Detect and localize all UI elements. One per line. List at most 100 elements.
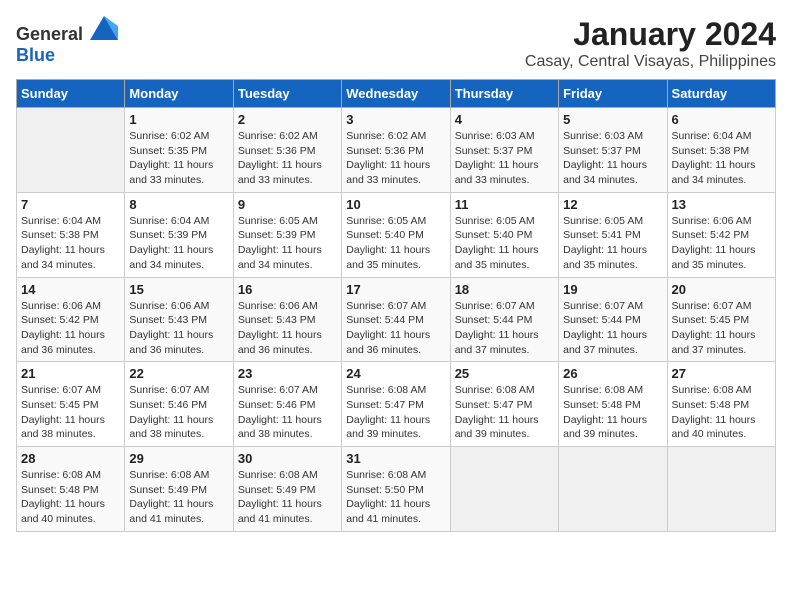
day-number: 9 bbox=[238, 197, 337, 212]
calendar-cell bbox=[559, 447, 667, 532]
calendar-cell: 6 Sunrise: 6:04 AM Sunset: 5:38 PM Daylig… bbox=[667, 108, 775, 193]
calendar-cell: 3 Sunrise: 6:02 AM Sunset: 5:36 PM Daylig… bbox=[342, 108, 450, 193]
day-detail: Sunrise: 6:07 AM Sunset: 5:44 PM Dayligh… bbox=[455, 299, 554, 358]
calendar-cell: 18 Sunrise: 6:07 AM Sunset: 5:44 PM Dayli… bbox=[450, 277, 558, 362]
calendar-cell bbox=[17, 108, 125, 193]
day-detail: Sunrise: 6:05 AM Sunset: 5:40 PM Dayligh… bbox=[455, 214, 554, 273]
header-saturday: Saturday bbox=[667, 80, 775, 108]
calendar-cell: 30 Sunrise: 6:08 AM Sunset: 5:49 PM Dayli… bbox=[233, 447, 341, 532]
logo-blue: Blue bbox=[16, 45, 55, 65]
calendar-cell: 7 Sunrise: 6:04 AM Sunset: 5:38 PM Daylig… bbox=[17, 192, 125, 277]
day-detail: Sunrise: 6:06 AM Sunset: 5:42 PM Dayligh… bbox=[21, 299, 120, 358]
page-title: January 2024 bbox=[525, 16, 776, 53]
day-detail: Sunrise: 6:08 AM Sunset: 5:49 PM Dayligh… bbox=[129, 468, 228, 527]
calendar-cell: 16Sunrise: 6:06 AM Sunset: 5:43 PM Dayli… bbox=[233, 277, 341, 362]
day-detail: Sunrise: 6:07 AM Sunset: 5:44 PM Dayligh… bbox=[346, 299, 445, 358]
day-number: 27 bbox=[672, 366, 771, 381]
calendar-cell: 23Sunrise: 6:07 AM Sunset: 5:46 PM Dayli… bbox=[233, 362, 341, 447]
calendar-cell bbox=[450, 447, 558, 532]
day-detail: Sunrise: 6:06 AM Sunset: 5:42 PM Dayligh… bbox=[672, 214, 771, 273]
day-number: 28 bbox=[21, 451, 120, 466]
header-wednesday: Wednesday bbox=[342, 80, 450, 108]
calendar-week-row: 1 Sunrise: 6:02 AM Sunset: 5:35 PM Daylig… bbox=[17, 108, 776, 193]
day-detail: Sunrise: 6:08 AM Sunset: 5:49 PM Dayligh… bbox=[238, 468, 337, 527]
calendar-week-row: 21 Sunrise: 6:07 AM Sunset: 5:45 PM Dayli… bbox=[17, 362, 776, 447]
calendar-cell: 27Sunrise: 6:08 AM Sunset: 5:48 PM Dayli… bbox=[667, 362, 775, 447]
logo-general: General bbox=[16, 24, 83, 44]
day-number: 23 bbox=[238, 366, 337, 381]
day-number: 10 bbox=[346, 197, 445, 212]
calendar-cell: 28 Sunrise: 6:08 AM Sunset: 5:48 PM Dayli… bbox=[17, 447, 125, 532]
calendar-cell: 24 Sunrise: 6:08 AM Sunset: 5:47 PM Dayli… bbox=[342, 362, 450, 447]
day-detail: Sunrise: 6:08 AM Sunset: 5:47 PM Dayligh… bbox=[346, 383, 445, 442]
calendar-cell: 12Sunrise: 6:05 AM Sunset: 5:41 PM Dayli… bbox=[559, 192, 667, 277]
day-number: 1 bbox=[129, 112, 228, 127]
calendar-cell: 13Sunrise: 6:06 AM Sunset: 5:42 PM Dayli… bbox=[667, 192, 775, 277]
day-detail: Sunrise: 6:03 AM Sunset: 5:37 PM Dayligh… bbox=[563, 129, 662, 188]
day-detail: Sunrise: 6:02 AM Sunset: 5:36 PM Dayligh… bbox=[346, 129, 445, 188]
day-number: 4 bbox=[455, 112, 554, 127]
day-detail: Sunrise: 6:02 AM Sunset: 5:35 PM Dayligh… bbox=[129, 129, 228, 188]
day-number: 30 bbox=[238, 451, 337, 466]
calendar-cell: 1 Sunrise: 6:02 AM Sunset: 5:35 PM Daylig… bbox=[125, 108, 233, 193]
calendar-cell: 2Sunrise: 6:02 AM Sunset: 5:36 PM Daylig… bbox=[233, 108, 341, 193]
calendar-cell: 31Sunrise: 6:08 AM Sunset: 5:50 PM Dayli… bbox=[342, 447, 450, 532]
day-number: 31 bbox=[346, 451, 445, 466]
calendar-cell: 20Sunrise: 6:07 AM Sunset: 5:45 PM Dayli… bbox=[667, 277, 775, 362]
calendar-cell: 11 Sunrise: 6:05 AM Sunset: 5:40 PM Dayli… bbox=[450, 192, 558, 277]
title-area: January 2024 Casay, Central Visayas, Phi… bbox=[525, 16, 776, 71]
day-detail: Sunrise: 6:08 AM Sunset: 5:48 PM Dayligh… bbox=[21, 468, 120, 527]
day-number: 19 bbox=[563, 282, 662, 297]
day-number: 21 bbox=[21, 366, 120, 381]
day-detail: Sunrise: 6:04 AM Sunset: 5:39 PM Dayligh… bbox=[129, 214, 228, 273]
calendar-week-row: 14Sunrise: 6:06 AM Sunset: 5:42 PM Dayli… bbox=[17, 277, 776, 362]
calendar-cell: 19 Sunrise: 6:07 AM Sunset: 5:44 PM Dayli… bbox=[559, 277, 667, 362]
day-number: 12 bbox=[563, 197, 662, 212]
calendar-week-row: 7 Sunrise: 6:04 AM Sunset: 5:38 PM Daylig… bbox=[17, 192, 776, 277]
header-friday: Friday bbox=[559, 80, 667, 108]
header: General Blue January 2024 Casay, Central… bbox=[16, 16, 776, 71]
day-detail: Sunrise: 6:05 AM Sunset: 5:39 PM Dayligh… bbox=[238, 214, 337, 273]
calendar-table: SundayMondayTuesdayWednesdayThursdayFrid… bbox=[16, 79, 776, 532]
calendar-cell: 22 Sunrise: 6:07 AM Sunset: 5:46 PM Dayli… bbox=[125, 362, 233, 447]
day-number: 7 bbox=[21, 197, 120, 212]
calendar-week-row: 28 Sunrise: 6:08 AM Sunset: 5:48 PM Dayli… bbox=[17, 447, 776, 532]
header-tuesday: Tuesday bbox=[233, 80, 341, 108]
day-detail: Sunrise: 6:07 AM Sunset: 5:46 PM Dayligh… bbox=[129, 383, 228, 442]
logo-text: General Blue bbox=[16, 16, 118, 66]
day-detail: Sunrise: 6:05 AM Sunset: 5:40 PM Dayligh… bbox=[346, 214, 445, 273]
calendar-cell: 5 Sunrise: 6:03 AM Sunset: 5:37 PM Daylig… bbox=[559, 108, 667, 193]
day-detail: Sunrise: 6:04 AM Sunset: 5:38 PM Dayligh… bbox=[21, 214, 120, 273]
calendar-cell: 9 Sunrise: 6:05 AM Sunset: 5:39 PM Daylig… bbox=[233, 192, 341, 277]
day-detail: Sunrise: 6:08 AM Sunset: 5:47 PM Dayligh… bbox=[455, 383, 554, 442]
header-monday: Monday bbox=[125, 80, 233, 108]
day-number: 8 bbox=[129, 197, 228, 212]
calendar-cell: 4 Sunrise: 6:03 AM Sunset: 5:37 PM Daylig… bbox=[450, 108, 558, 193]
day-number: 11 bbox=[455, 197, 554, 212]
calendar-cell: 17 Sunrise: 6:07 AM Sunset: 5:44 PM Dayli… bbox=[342, 277, 450, 362]
day-number: 3 bbox=[346, 112, 445, 127]
day-number: 5 bbox=[563, 112, 662, 127]
calendar-cell: 14Sunrise: 6:06 AM Sunset: 5:42 PM Dayli… bbox=[17, 277, 125, 362]
day-detail: Sunrise: 6:03 AM Sunset: 5:37 PM Dayligh… bbox=[455, 129, 554, 188]
day-detail: Sunrise: 6:07 AM Sunset: 5:44 PM Dayligh… bbox=[563, 299, 662, 358]
day-number: 29 bbox=[129, 451, 228, 466]
day-detail: Sunrise: 6:02 AM Sunset: 5:36 PM Dayligh… bbox=[238, 129, 337, 188]
calendar-cell: 26Sunrise: 6:08 AM Sunset: 5:48 PM Dayli… bbox=[559, 362, 667, 447]
calendar-cell bbox=[667, 447, 775, 532]
page-subtitle: Casay, Central Visayas, Philippines bbox=[525, 53, 776, 71]
day-number: 18 bbox=[455, 282, 554, 297]
day-number: 25 bbox=[455, 366, 554, 381]
day-number: 6 bbox=[672, 112, 771, 127]
calendar-cell: 21 Sunrise: 6:07 AM Sunset: 5:45 PM Dayli… bbox=[17, 362, 125, 447]
header-thursday: Thursday bbox=[450, 80, 558, 108]
logo-icon bbox=[90, 16, 118, 40]
day-number: 17 bbox=[346, 282, 445, 297]
day-number: 22 bbox=[129, 366, 228, 381]
header-sunday: Sunday bbox=[17, 80, 125, 108]
calendar-header-row: SundayMondayTuesdayWednesdayThursdayFrid… bbox=[17, 80, 776, 108]
day-number: 15 bbox=[129, 282, 228, 297]
day-detail: Sunrise: 6:07 AM Sunset: 5:45 PM Dayligh… bbox=[21, 383, 120, 442]
day-detail: Sunrise: 6:04 AM Sunset: 5:38 PM Dayligh… bbox=[672, 129, 771, 188]
day-number: 24 bbox=[346, 366, 445, 381]
